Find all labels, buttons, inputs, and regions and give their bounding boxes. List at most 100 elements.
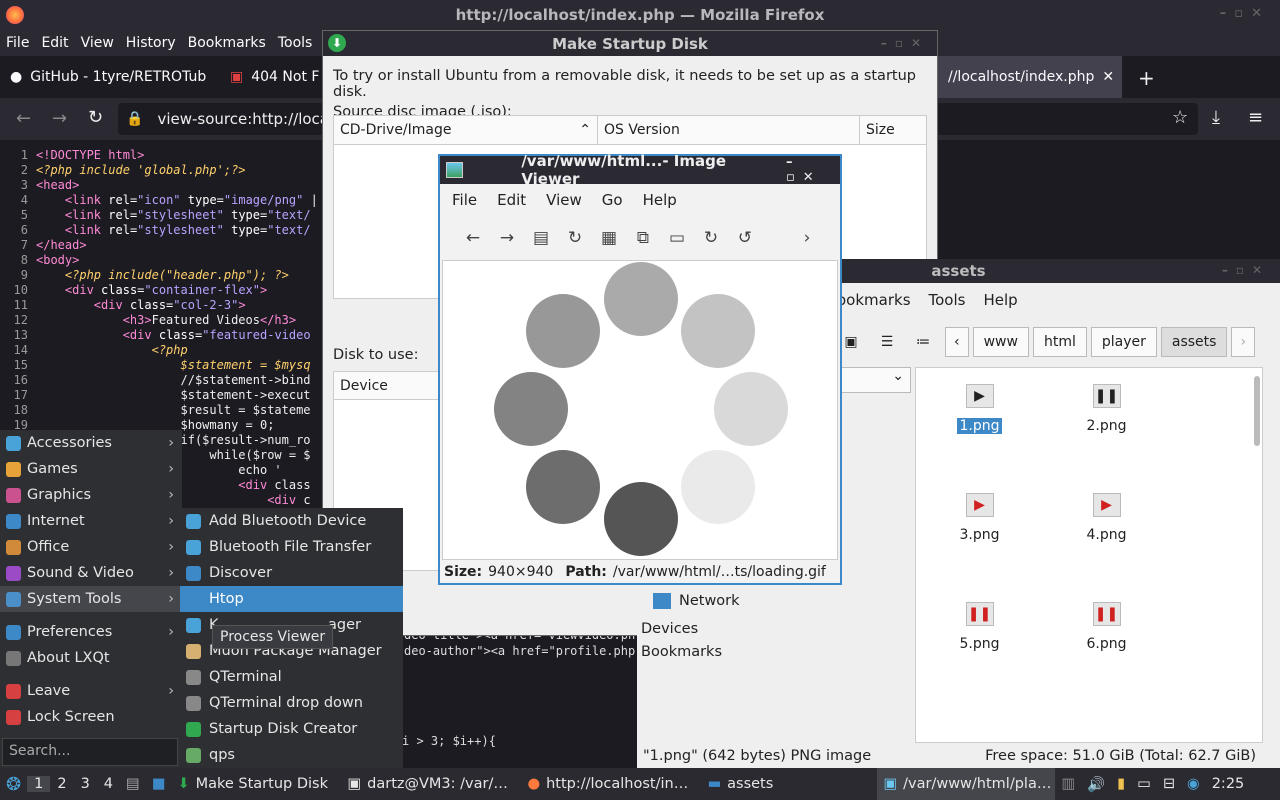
breadcrumb-html[interactable]: html xyxy=(1032,327,1087,357)
window-controls[interactable]: –▫✕ xyxy=(1222,263,1270,277)
desktop-2[interactable]: 2 xyxy=(50,776,73,792)
menu-search-input[interactable]: Search... xyxy=(2,738,178,766)
bookmark-star-icon[interactable]: ☆ xyxy=(1172,107,1188,128)
menu-item-office[interactable]: Office › xyxy=(0,534,182,560)
breadcrumb-assets[interactable]: assets xyxy=(1160,327,1228,357)
submenu-item-htop[interactable]: Htop xyxy=(180,586,403,612)
submenu-item-bluetooth-file-transfer[interactable]: Bluetooth File Transfer xyxy=(180,534,403,560)
desktop-1[interactable]: 1 xyxy=(27,776,51,792)
next-icon[interactable]: → xyxy=(490,221,524,255)
menu-help[interactable]: Help xyxy=(983,291,1017,309)
back-icon[interactable]: ← xyxy=(16,108,31,129)
open-icon[interactable]: ▤ xyxy=(524,221,558,255)
menu-item-leave[interactable]: Leave › xyxy=(0,678,182,704)
menu-go[interactable]: Go xyxy=(592,191,633,209)
col-cd-drive[interactable]: CD-Drive/Image ⌃ xyxy=(334,116,598,144)
sidebar-item-network[interactable]: Network xyxy=(653,593,740,609)
menu-file[interactable]: File xyxy=(0,35,35,51)
download-icon[interactable]: ⤓ xyxy=(1212,107,1220,128)
task-startup-disk[interactable]: ⬇ Make Startup Disk xyxy=(171,768,341,800)
col-os-version[interactable]: OS Version xyxy=(598,116,860,144)
breadcrumb-player[interactable]: player xyxy=(1090,327,1157,357)
menu-item-internet[interactable]: Internet › xyxy=(0,508,182,534)
submenu-item-qterminal-drop-down[interactable]: QTerminal drop down xyxy=(180,690,403,716)
show-desktop-icon[interactable]: ■ xyxy=(146,768,172,800)
tab-404[interactable]: ▣ 404 Not F xyxy=(220,56,329,98)
menu-file[interactable]: File xyxy=(442,191,487,209)
menu-view[interactable]: View xyxy=(75,35,120,51)
menu-item-lock-screen[interactable]: Lock Screen xyxy=(0,704,182,730)
file-item[interactable]: ❚❚ 5.png xyxy=(916,586,1043,695)
volume-icon[interactable]: 🔊 xyxy=(1081,768,1111,800)
window-controls[interactable]: –▫✕ xyxy=(881,36,929,50)
desktop-4[interactable]: 4 xyxy=(97,776,120,792)
file-manager-launcher-icon[interactable]: ▤ xyxy=(120,768,146,800)
menu-tools[interactable]: Tools xyxy=(929,291,966,309)
tab-localhost[interactable]: //localhost/index.php ✕ xyxy=(938,56,1122,98)
notification-icon[interactable]: ◉ xyxy=(1181,768,1206,800)
file-item[interactable]: ❚❚ 2.png xyxy=(1043,368,1170,477)
start-menu-icon[interactable]: ❂ xyxy=(0,768,27,800)
menu-item-preferences[interactable]: Preferences › xyxy=(0,619,182,645)
network-icon xyxy=(653,593,671,609)
new-tab-icon[interactable]: + xyxy=(1138,66,1155,90)
menu-tools[interactable]: Tools xyxy=(272,35,319,51)
menu-edit[interactable]: Edit xyxy=(487,191,536,209)
breadcrumb-back-icon[interactable]: ‹ xyxy=(945,327,969,357)
submenu-item-qterminal[interactable]: QTerminal xyxy=(180,664,403,690)
network-icon[interactable]: ⊟ xyxy=(1157,768,1181,800)
forward-icon[interactable]: → xyxy=(52,108,67,129)
close-tab-icon[interactable]: ✕ xyxy=(1102,69,1114,85)
menu-bookmarks[interactable]: ookmarks xyxy=(837,291,911,309)
prev-icon[interactable]: ← xyxy=(456,221,490,255)
list-view-icon[interactable]: ☰ xyxy=(873,334,901,350)
copy-icon[interactable]: ⧉ xyxy=(626,221,660,255)
menu-item-accessories[interactable]: Accessories › xyxy=(0,430,182,456)
window-controls[interactable]: –▫✕ xyxy=(786,155,834,185)
desktop-3[interactable]: 3 xyxy=(74,776,97,792)
detail-view-icon[interactable]: ≔ xyxy=(909,334,937,350)
task-terminal[interactable]: ▣ dartz@VM3: /var/… xyxy=(341,768,521,800)
file-item[interactable]: ❚❚ 6.png xyxy=(1043,586,1170,695)
tab-github[interactable]: ● GitHub - 1tyre/RETROTub xyxy=(0,56,220,98)
menu-item-graphics[interactable]: Graphics › xyxy=(0,482,182,508)
scrollbar[interactable] xyxy=(1254,376,1260,446)
menu-item-sound-video[interactable]: Sound & Video › xyxy=(0,560,182,586)
submenu-item-qps[interactable]: qps xyxy=(180,742,403,768)
window-controls[interactable]: –▫✕ xyxy=(1220,6,1270,21)
menu-bookmarks[interactable]: Bookmarks xyxy=(182,35,272,51)
view-dropdown[interactable]: ⌄ xyxy=(837,367,911,393)
rotate-ccw-icon[interactable]: ↺ xyxy=(728,221,762,255)
clipboard-icon[interactable]: ▮ xyxy=(1111,768,1131,800)
submenu-item-add-bluetooth-device[interactable]: Add Bluetooth Device xyxy=(180,508,403,534)
rotate-cw-icon[interactable]: ↻ xyxy=(694,221,728,255)
download-green-icon: ⬇ xyxy=(328,34,346,52)
submenu-item-startup-disk-creator[interactable]: Startup Disk Creator xyxy=(180,716,403,742)
firefox-titlebar: http://localhost/index.php — Mozilla Fir… xyxy=(0,0,1280,30)
paste-icon[interactable]: ▭ xyxy=(660,221,694,255)
menu-item-system-tools[interactable]: System Tools › xyxy=(0,586,182,612)
menu-item-about-lxqt[interactable]: About LXQt xyxy=(0,645,182,671)
task-firefox[interactable]: ● http://localhost/in… xyxy=(521,768,701,800)
task-assets[interactable]: ▬ assets xyxy=(701,768,877,800)
reload-icon[interactable]: ↻ xyxy=(88,107,103,128)
col-size[interactable]: Size xyxy=(860,116,926,144)
monitor-icon[interactable]: ▭ xyxy=(1131,768,1157,800)
task-image-viewer[interactable]: ▣/var/www/html/pla… xyxy=(877,768,1056,800)
submenu-item-discover[interactable]: Discover xyxy=(180,560,403,586)
menu-item-games[interactable]: Games › xyxy=(0,456,182,482)
menu-view[interactable]: View xyxy=(536,191,592,209)
reload-icon[interactable]: ↻ xyxy=(558,221,592,255)
menu-edit[interactable]: Edit xyxy=(35,35,74,51)
more-icon[interactable]: › xyxy=(790,221,824,255)
file-item[interactable]: ▶ 4.png xyxy=(1043,477,1170,586)
breadcrumb-www[interactable]: www xyxy=(972,327,1029,357)
menu-history[interactable]: History xyxy=(120,35,182,51)
file-item[interactable]: ▶ 3.png xyxy=(916,477,1043,586)
menu-help[interactable]: Help xyxy=(633,191,687,209)
hamburger-menu-icon[interactable]: ≡ xyxy=(1248,107,1263,128)
breadcrumb-forward-icon[interactable]: › xyxy=(1231,327,1256,357)
file-item[interactable]: ▶ 1.png xyxy=(916,368,1043,477)
updates-icon[interactable]: ▥ xyxy=(1055,768,1081,800)
save-icon[interactable]: ▦ xyxy=(592,221,626,255)
